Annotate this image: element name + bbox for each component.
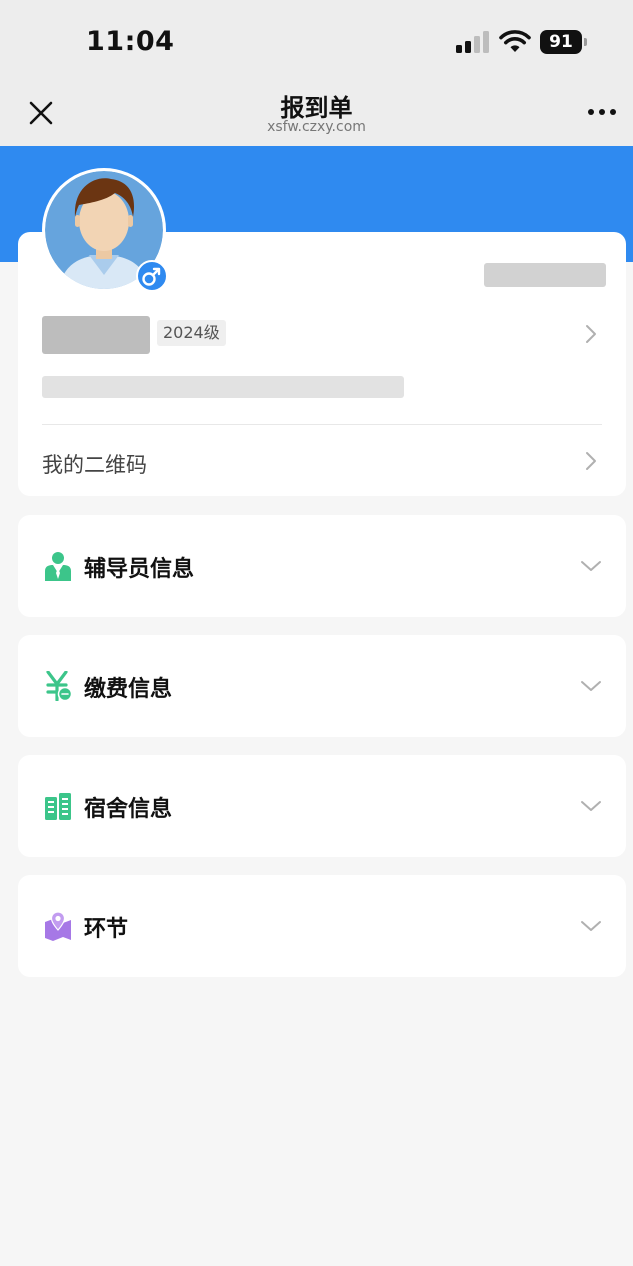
page-title: 报到单 [280,94,353,122]
status-time: 11:04 [86,26,175,57]
chevron-right-icon[interactable] [584,450,598,472]
male-gender-icon [136,260,168,292]
page-domain: xsfw.czxy.com [267,119,366,135]
status-bar: 11:04 91 [0,0,633,78]
chevron-down-icon[interactable] [580,919,602,933]
steps-icon [45,911,71,941]
payment-icon [46,671,72,701]
battery-icon: 91 [540,30,588,54]
divider [42,424,602,425]
grade-tag: 2024级 [157,320,226,346]
counselor-icon [45,552,71,581]
my-qr-code-link[interactable]: 我的二维码 [42,449,147,479]
chevron-down-icon[interactable] [580,799,602,813]
dormitory-icon [45,793,71,820]
cellular-signal-icon [456,31,492,53]
redacted-student-name [42,316,150,354]
section-label: 辅导员信息 [84,557,195,582]
battery-level: 91 [540,30,582,54]
more-options-icon[interactable] [586,100,618,124]
nav-bar: 报到单 xsfw.czxy.com [0,78,633,146]
chevron-right-icon[interactable] [584,323,598,345]
wifi-icon [499,30,531,52]
section-payment-info[interactable]: 缴费信息 [18,635,626,737]
chevron-down-icon[interactable] [580,679,602,693]
section-dormitory-info[interactable]: 宿舍信息 [18,755,626,857]
redacted-id-text [484,263,606,287]
section-label: 宿舍信息 [84,797,173,822]
section-label: 缴费信息 [84,677,173,702]
redacted-student-details [42,376,404,398]
section-counselor-info[interactable]: 辅导员信息 [18,515,626,617]
section-steps[interactable]: 环节 [18,875,626,977]
section-label: 环节 [84,917,129,942]
chevron-down-icon[interactable] [580,559,602,573]
